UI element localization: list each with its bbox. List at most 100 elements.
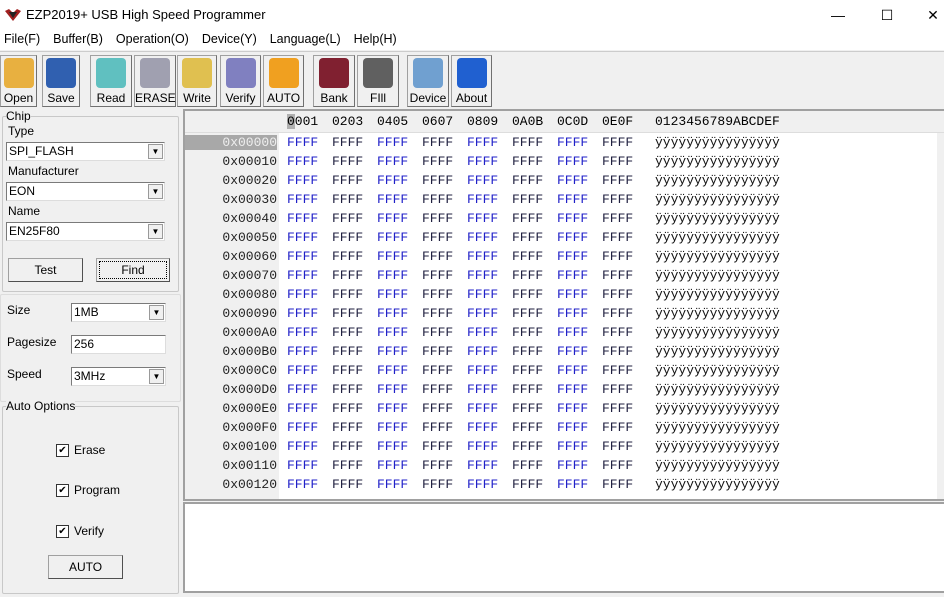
- hex-cell[interactable]: FFFF: [512, 173, 543, 188]
- hex-row[interactable]: 0x000F0 FFFF FFFF FFFF FFFF FFFF FFFF FFFF FFFF ÿ…: [185, 418, 944, 437]
- hex-cell[interactable]: FFFF: [332, 211, 363, 226]
- hex-cell[interactable]: FFFF: [377, 363, 408, 378]
- hex-cell[interactable]: FFFF: [422, 249, 453, 264]
- menu-buffer[interactable]: Buffer(B): [49, 30, 108, 50]
- hex-cell[interactable]: FFFF: [377, 287, 408, 302]
- log-output[interactable]: [183, 502, 944, 593]
- hex-cell[interactable]: FFFF: [467, 363, 498, 378]
- hex-cell[interactable]: FFFF: [557, 325, 588, 340]
- hex-cell[interactable]: FFFF: [332, 287, 363, 302]
- hex-cell[interactable]: FFFF: [512, 306, 543, 321]
- hex-cell[interactable]: FFFF: [422, 287, 453, 302]
- hex-cell[interactable]: FFFF: [377, 325, 408, 340]
- find-button[interactable]: Find: [96, 258, 170, 282]
- hex-cell[interactable]: FFFF: [602, 420, 633, 435]
- hex-cell[interactable]: FFFF: [557, 458, 588, 473]
- hex-cell[interactable]: FFFF: [332, 382, 363, 397]
- bank-button[interactable]: Bank: [313, 55, 355, 107]
- hex-cell[interactable]: FFFF: [602, 249, 633, 264]
- hex-cell[interactable]: FFFF: [512, 192, 543, 207]
- hex-cell[interactable]: FFFF: [602, 135, 633, 150]
- hex-row[interactable]: 0x00020 FFFF FFFF FFFF FFFF FFFF FFFF FFFF FFFF ÿ…: [185, 171, 944, 190]
- hex-cell[interactable]: FFFF: [332, 135, 363, 150]
- erase-button[interactable]: ERASE: [134, 55, 176, 107]
- hex-cell[interactable]: FFFF: [467, 268, 498, 283]
- hex-cell[interactable]: FFFF: [422, 268, 453, 283]
- hex-cell[interactable]: FFFF: [557, 382, 588, 397]
- hex-cell[interactable]: FFFF: [377, 249, 408, 264]
- hex-cell[interactable]: FFFF: [467, 230, 498, 245]
- hex-cell[interactable]: FFFF: [422, 439, 453, 454]
- hex-row[interactable]: 0x00120 FFFF FFFF FFFF FFFF FFFF FFFF FFFF FFFF ÿ…: [185, 475, 944, 494]
- hex-cell[interactable]: FFFF: [332, 344, 363, 359]
- hex-cell[interactable]: FFFF: [602, 173, 633, 188]
- hex-cell[interactable]: FFFF: [467, 249, 498, 264]
- hex-cell[interactable]: FFFF: [377, 306, 408, 321]
- hex-cell[interactable]: FFFF: [602, 306, 633, 321]
- hex-cell[interactable]: FFFF: [332, 249, 363, 264]
- hex-cell[interactable]: FFFF: [287, 477, 318, 492]
- hex-row[interactable]: 0x00100 FFFF FFFF FFFF FFFF FFFF FFFF FFFF FFFF ÿ…: [185, 437, 944, 456]
- hex-cell[interactable]: FFFF: [422, 325, 453, 340]
- hex-cell[interactable]: FFFF: [557, 230, 588, 245]
- close-button[interactable]: ✕: [910, 0, 944, 30]
- hex-cell[interactable]: FFFF: [557, 135, 588, 150]
- hex-cell[interactable]: FFFF: [557, 211, 588, 226]
- hex-cell[interactable]: FFFF: [422, 382, 453, 397]
- read-button[interactable]: Read: [90, 55, 132, 107]
- hex-cell[interactable]: FFFF: [467, 287, 498, 302]
- hex-cell[interactable]: FFFF: [332, 325, 363, 340]
- auto-button[interactable]: AUTO: [263, 55, 304, 107]
- hex-cell[interactable]: FFFF: [512, 268, 543, 283]
- hex-row[interactable]: 0x00110 FFFF FFFF FFFF FFFF FFFF FFFF FFFF FFFF ÿ…: [185, 456, 944, 475]
- hex-cell[interactable]: FFFF: [422, 477, 453, 492]
- hex-cell[interactable]: FFFF: [422, 401, 453, 416]
- name-select[interactable]: EN25F80 ▼: [6, 222, 165, 241]
- hex-cell[interactable]: FFFF: [287, 249, 318, 264]
- hex-cell[interactable]: FFFF: [467, 154, 498, 169]
- hex-cell[interactable]: FFFF: [377, 192, 408, 207]
- maximize-button[interactable]: ☐: [864, 0, 910, 30]
- hex-cell[interactable]: FFFF: [422, 344, 453, 359]
- hex-cell[interactable]: FFFF: [512, 458, 543, 473]
- vertical-scrollbar[interactable]: [937, 133, 944, 499]
- hex-cell[interactable]: FFFF: [332, 230, 363, 245]
- chevron-down-icon[interactable]: ▼: [149, 305, 164, 320]
- hex-cell[interactable]: FFFF: [422, 192, 453, 207]
- hex-cell[interactable]: FFFF: [512, 211, 543, 226]
- auto-button[interactable]: AUTO: [48, 555, 123, 579]
- device-button[interactable]: Device: [407, 55, 449, 107]
- hex-row[interactable]: 0x00030 FFFF FFFF FFFF FFFF FFFF FFFF FFFF FFFF ÿ…: [185, 190, 944, 209]
- hex-cell[interactable]: FFFF: [287, 401, 318, 416]
- hex-cell[interactable]: FFFF: [512, 325, 543, 340]
- hex-cell[interactable]: FFFF: [467, 325, 498, 340]
- hex-cell[interactable]: FFFF: [557, 439, 588, 454]
- hex-cell[interactable]: FFFF: [287, 439, 318, 454]
- hex-cell[interactable]: FFFF: [557, 344, 588, 359]
- hex-cell[interactable]: FFFF: [512, 249, 543, 264]
- hex-cell[interactable]: FFFF: [422, 363, 453, 378]
- hex-cell[interactable]: FFFF: [467, 420, 498, 435]
- hex-cell[interactable]: FFFF: [377, 268, 408, 283]
- hex-cell[interactable]: FFFF: [377, 477, 408, 492]
- hex-cell[interactable]: FFFF: [602, 268, 633, 283]
- write-button[interactable]: Write: [177, 55, 217, 107]
- hex-cell[interactable]: FFFF: [467, 192, 498, 207]
- hex-cell[interactable]: FFFF: [422, 211, 453, 226]
- hex-cell[interactable]: FFFF: [332, 439, 363, 454]
- hex-cell[interactable]: FFFF: [287, 325, 318, 340]
- hex-row[interactable]: 0x000A0 FFFF FFFF FFFF FFFF FFFF FFFF FFFF FFFF ÿ…: [185, 323, 944, 342]
- hex-cell[interactable]: FFFF: [512, 382, 543, 397]
- manufacturer-select[interactable]: EON ▼: [6, 182, 165, 201]
- hex-cell[interactable]: FFFF: [377, 173, 408, 188]
- hex-cell[interactable]: FFFF: [467, 439, 498, 454]
- hex-cell[interactable]: FFFF: [377, 344, 408, 359]
- hex-row[interactable]: 0x000B0 FFFF FFFF FFFF FFFF FFFF FFFF FFFF FFFF ÿ…: [185, 342, 944, 361]
- hex-cell[interactable]: FFFF: [602, 344, 633, 359]
- hex-cell[interactable]: FFFF: [422, 230, 453, 245]
- hex-cell[interactable]: FFFF: [467, 382, 498, 397]
- menu-file[interactable]: File(F): [0, 30, 45, 50]
- hex-cell[interactable]: FFFF: [377, 439, 408, 454]
- hex-cell[interactable]: FFFF: [422, 420, 453, 435]
- chevron-down-icon[interactable]: ▼: [148, 224, 163, 239]
